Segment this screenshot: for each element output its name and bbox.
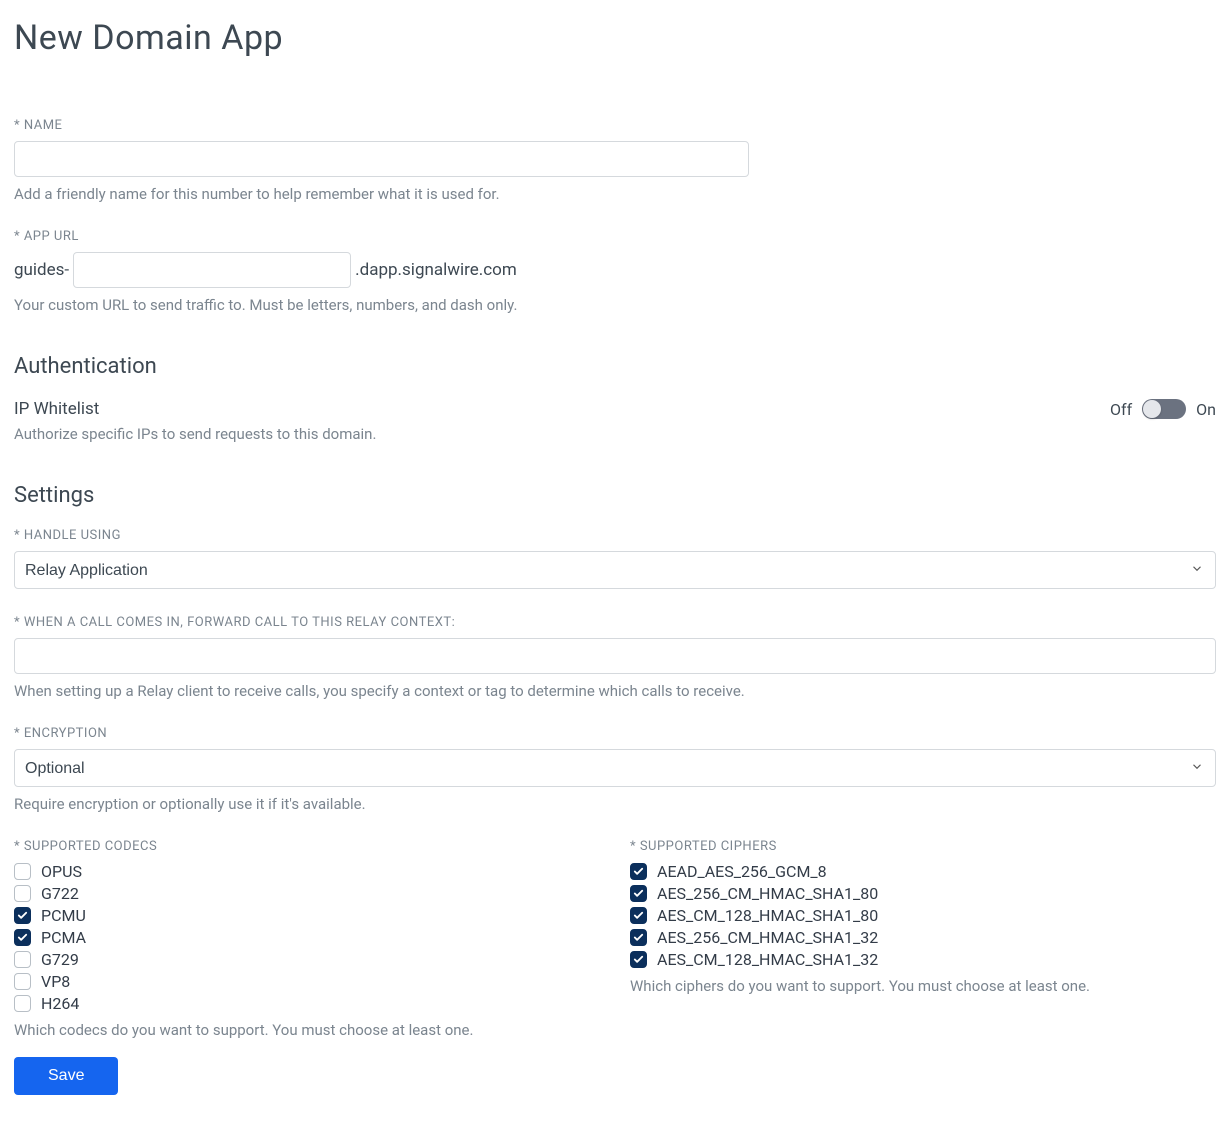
toggle-knob <box>1143 400 1161 418</box>
relay-context-group: * WHEN A CALL COMES IN, FORWARD CALL TO … <box>14 615 1216 700</box>
cipher-row: AES_CM_128_HMAC_SHA1_32 <box>630 950 1216 969</box>
cipher-row: AES_CM_128_HMAC_SHA1_80 <box>630 906 1216 925</box>
ip-whitelist-toggle[interactable] <box>1142 399 1186 419</box>
save-button[interactable]: Save <box>14 1057 118 1095</box>
handle-using-select[interactable]: Relay Application <box>14 551 1216 589</box>
codec-label: G729 <box>41 950 79 969</box>
codec-row: H264 <box>14 994 600 1013</box>
name-input[interactable] <box>14 141 749 177</box>
cipher-checkbox[interactable] <box>630 951 647 968</box>
app-url-input[interactable] <box>73 252 351 288</box>
encryption-label: * ENCRYPTION <box>14 726 1216 741</box>
toggle-on-label: On <box>1196 400 1216 419</box>
codecs-help: Which codecs do you want to support. You… <box>14 1021 600 1039</box>
app-url-help: Your custom URL to send traffic to. Must… <box>14 296 1216 314</box>
ciphers-help: Which ciphers do you want to support. Yo… <box>630 977 1216 995</box>
app-url-prefix: guides- <box>14 260 69 280</box>
codec-label: PCMU <box>41 906 86 925</box>
name-group: * NAME Add a friendly name for this numb… <box>14 118 1216 203</box>
relay-context-help: When setting up a Relay client to receiv… <box>14 682 1216 700</box>
name-label: * NAME <box>14 118 1216 133</box>
handle-using-label: * HANDLE USING <box>14 528 1216 543</box>
encryption-help: Require encryption or optionally use it … <box>14 795 1216 813</box>
codec-checkbox[interactable] <box>14 973 31 990</box>
codec-row: G729 <box>14 950 600 969</box>
ip-whitelist-toggle-group: Off On <box>1110 399 1216 419</box>
relay-context-label: * WHEN A CALL COMES IN, FORWARD CALL TO … <box>14 615 1216 630</box>
settings-section: Settings * HANDLE USING Relay Applicatio… <box>14 483 1216 1095</box>
codec-label: H264 <box>41 994 79 1013</box>
authentication-section: Authentication IP Whitelist Authorize sp… <box>14 354 1216 443</box>
app-url-group: * APP URL guides- .dapp.signalwire.com Y… <box>14 229 1216 314</box>
cipher-checkbox[interactable] <box>630 885 647 902</box>
ip-whitelist-title: IP Whitelist <box>14 399 376 419</box>
codecs-column: * SUPPORTED CODECS OPUS G722 PCMU PCMA G729 V… <box>14 839 600 1039</box>
cipher-label: AEAD_AES_256_GCM_8 <box>657 862 827 881</box>
encryption-group: * ENCRYPTION Optional Require encryption… <box>14 726 1216 813</box>
codec-label: G722 <box>41 884 79 903</box>
codecs-label: * SUPPORTED CODECS <box>14 839 600 854</box>
name-help: Add a friendly name for this number to h… <box>14 185 1216 203</box>
cipher-row: AES_256_CM_HMAC_SHA1_32 <box>630 928 1216 947</box>
codec-checkbox[interactable] <box>14 863 31 880</box>
authentication-title: Authentication <box>14 354 1216 379</box>
cipher-row: AEAD_AES_256_GCM_8 <box>630 862 1216 881</box>
cipher-label: AES_256_CM_HMAC_SHA1_32 <box>657 928 878 947</box>
page-title: New Domain App <box>14 18 1216 58</box>
settings-title: Settings <box>14 483 1216 508</box>
cipher-checkbox[interactable] <box>630 863 647 880</box>
cipher-label: AES_256_CM_HMAC_SHA1_80 <box>657 884 878 903</box>
encryption-select[interactable]: Optional <box>14 749 1216 787</box>
codec-row: VP8 <box>14 972 600 991</box>
cipher-row: AES_256_CM_HMAC_SHA1_80 <box>630 884 1216 903</box>
codec-row: PCMU <box>14 906 600 925</box>
codec-checkbox[interactable] <box>14 885 31 902</box>
cipher-label: AES_CM_128_HMAC_SHA1_80 <box>657 906 878 925</box>
codec-checkbox[interactable] <box>14 929 31 946</box>
ciphers-label: * SUPPORTED CIPHERS <box>630 839 1216 854</box>
relay-context-input[interactable] <box>14 638 1216 674</box>
codec-checkbox[interactable] <box>14 995 31 1012</box>
codec-row: OPUS <box>14 862 600 881</box>
app-url-suffix: .dapp.signalwire.com <box>355 260 517 280</box>
handle-using-group: * HANDLE USING Relay Application <box>14 528 1216 589</box>
ip-whitelist-help: Authorize specific IPs to send requests … <box>14 425 376 443</box>
codec-checkbox[interactable] <box>14 951 31 968</box>
codec-label: OPUS <box>41 862 82 881</box>
codec-label: VP8 <box>41 972 70 991</box>
cipher-checkbox[interactable] <box>630 929 647 946</box>
cipher-label: AES_CM_128_HMAC_SHA1_32 <box>657 950 878 969</box>
codec-checkbox[interactable] <box>14 907 31 924</box>
codec-label: PCMA <box>41 928 86 947</box>
codec-row: PCMA <box>14 928 600 947</box>
cipher-checkbox[interactable] <box>630 907 647 924</box>
toggle-off-label: Off <box>1110 400 1132 419</box>
ciphers-column: * SUPPORTED CIPHERS AEAD_AES_256_GCM_8 AE… <box>630 839 1216 1039</box>
app-url-label: * APP URL <box>14 229 1216 244</box>
codec-row: G722 <box>14 884 600 903</box>
